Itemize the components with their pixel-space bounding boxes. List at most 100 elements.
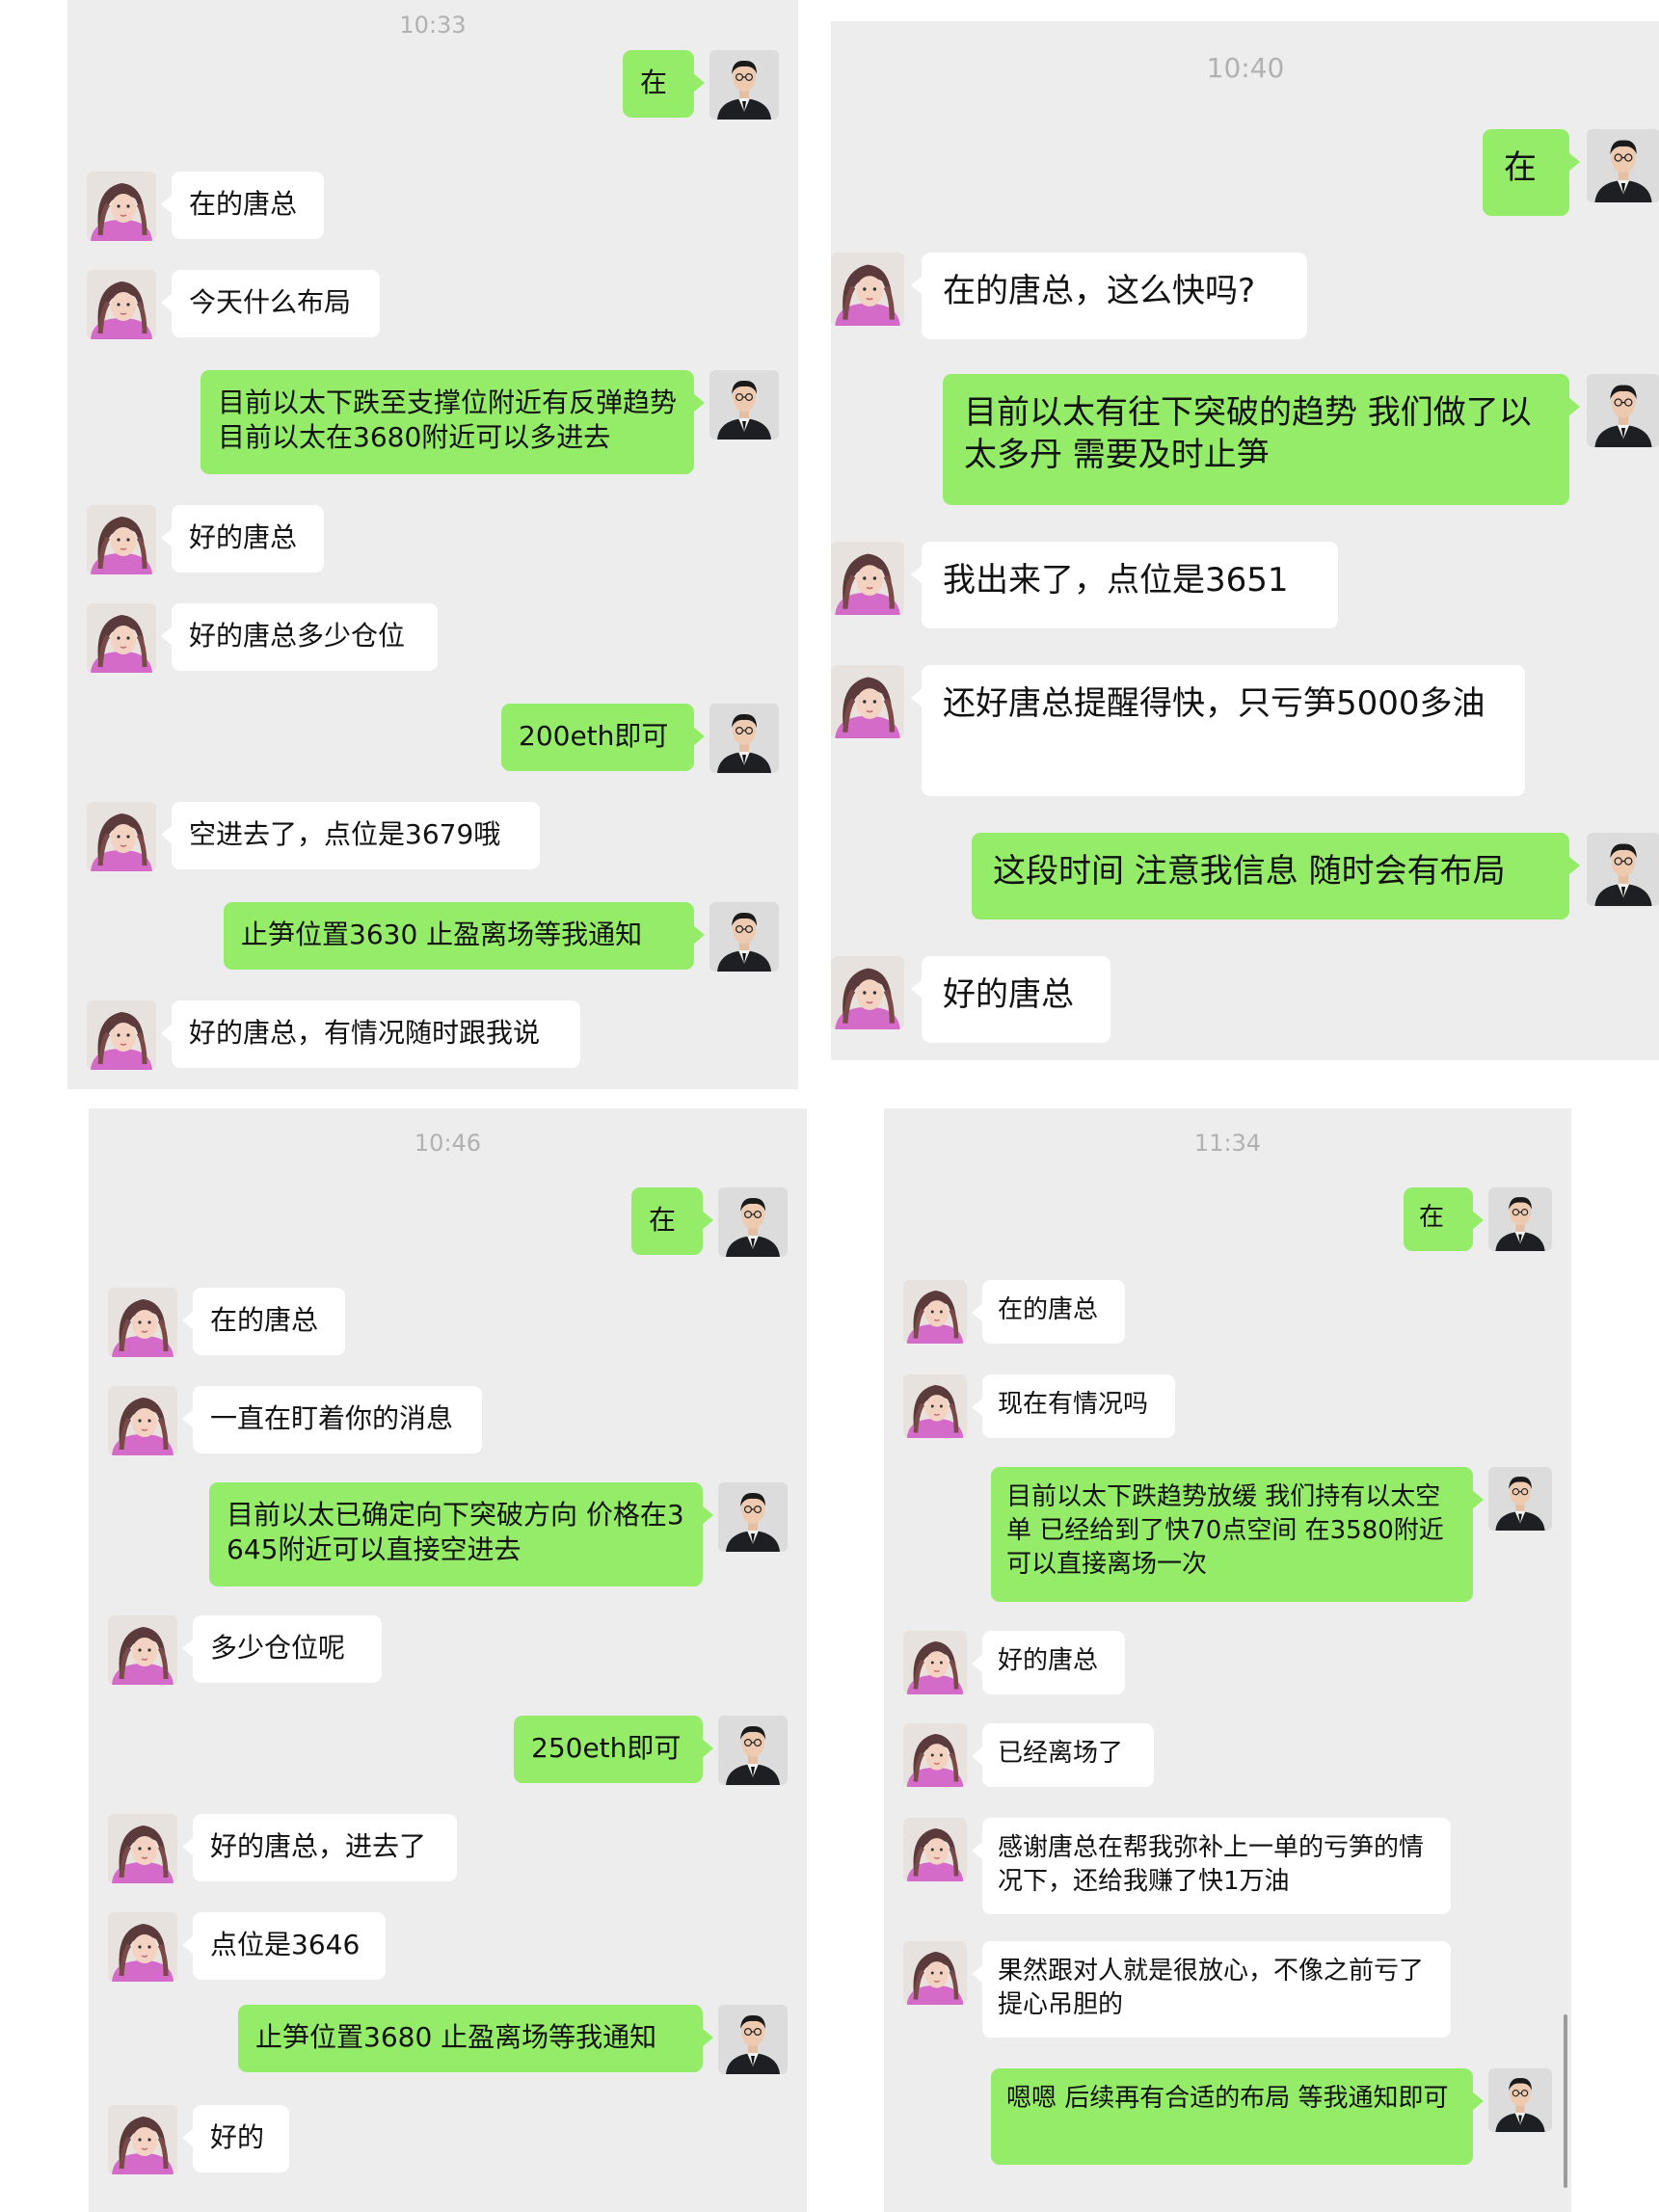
contact-avatar[interactable] <box>87 172 156 241</box>
outgoing-message-bubble[interactable]: 在 <box>1483 129 1569 216</box>
woman-avatar <box>108 1386 177 1455</box>
contact-avatar[interactable] <box>87 603 156 673</box>
sender-avatar[interactable] <box>709 50 779 120</box>
outgoing-message-bubble[interactable]: 200eth即可 <box>501 704 694 771</box>
woman-avatar <box>831 542 904 615</box>
incoming-message-bubble[interactable]: 多少仓位呢 <box>193 1615 382 1683</box>
man-in-suit-avatar <box>709 50 779 120</box>
woman-avatar <box>87 603 156 673</box>
contact-avatar[interactable] <box>108 1386 177 1455</box>
outgoing-message-bubble[interactable]: 止笋位置3680 止盈离场等我通知 <box>238 2005 703 2072</box>
contact-avatar[interactable] <box>87 802 156 871</box>
sender-avatar[interactable] <box>718 1716 788 1785</box>
man-in-suit-avatar <box>1488 2068 1552 2132</box>
incoming-message-bubble[interactable]: 好的唐总 <box>172 505 324 573</box>
outgoing-message-bubble[interactable]: 这段时间 注意我信息 随时会有布局 <box>972 833 1569 919</box>
man-in-suit-avatar <box>1587 374 1659 447</box>
outgoing-message-bubble[interactable]: 止笋位置3630 止盈离场等我通知 <box>224 902 694 970</box>
sender-avatar[interactable] <box>709 370 779 440</box>
incoming-message-bubble[interactable]: 已经离场了 <box>982 1723 1154 1787</box>
incoming-message-bubble[interactable]: 一直在盯着你的消息 <box>193 1386 482 1453</box>
contact-avatar[interactable] <box>903 1280 967 1344</box>
scrollbar[interactable] <box>1564 2014 1567 2188</box>
sender-avatar[interactable] <box>1488 1467 1552 1531</box>
outgoing-message-bubble[interactable]: 目前以太已确定向下突破方向 价格在3645附近可以直接空进去 <box>209 1482 703 1586</box>
incoming-message-bubble[interactable]: 还好唐总提醒得快，只亏笋5000多油 <box>922 665 1525 796</box>
woman-avatar <box>87 172 156 241</box>
woman-avatar <box>108 1288 177 1357</box>
sender-avatar[interactable] <box>1488 2068 1552 2132</box>
man-in-suit-avatar <box>718 1716 788 1785</box>
sender-avatar[interactable] <box>718 2005 788 2074</box>
sender-avatar[interactable] <box>1488 1187 1552 1251</box>
incoming-message-bubble[interactable]: 点位是3646 <box>193 1912 386 1980</box>
chat-panel-1: 10:33 在在的唐总 今天什么布局 目前以太下跌至支撑位附近有反弹趋势 目前以太在3… <box>67 0 798 1089</box>
contact-avatar[interactable] <box>903 1723 967 1787</box>
woman-avatar <box>108 1814 177 1883</box>
chat-timestamp: 10:40 <box>1206 52 1285 84</box>
chat-timestamp: 11:34 <box>1193 1130 1262 1157</box>
incoming-message-bubble[interactable]: 好的唐总，进去了 <box>193 1814 457 1881</box>
contact-avatar[interactable] <box>108 1912 177 1982</box>
man-in-suit-avatar <box>718 2005 788 2074</box>
contact-avatar[interactable] <box>108 1615 177 1685</box>
contact-avatar[interactable] <box>831 542 904 615</box>
sender-avatar[interactable] <box>718 1482 788 1552</box>
outgoing-message-bubble[interactable]: 目前以太有往下突破的趋势 我们做了以太多丹 需要及时止笋 <box>943 374 1569 505</box>
woman-avatar <box>903 1280 967 1344</box>
bubble-tail <box>702 1739 713 1758</box>
incoming-message-bubble[interactable]: 今天什么布局 <box>172 270 380 337</box>
outgoing-message-bubble[interactable]: 嗯嗯 后续再有合适的布局 等我通知即可 <box>991 2068 1473 2165</box>
woman-avatar <box>831 253 904 326</box>
contact-avatar[interactable] <box>903 1374 967 1438</box>
outgoing-message-bubble[interactable]: 在 <box>631 1187 703 1255</box>
incoming-message-bubble[interactable]: 空进去了，点位是3679哦 <box>172 802 540 869</box>
incoming-message-bubble[interactable]: 果然跟对人就是很放心，不像之前亏了提心吊胆的 <box>982 1941 1451 2038</box>
incoming-message-bubble[interactable]: 好的唐总 <box>982 1631 1125 1694</box>
outgoing-message-bubble[interactable]: 目前以太下跌趋势放缓 我们持有以太空单 已经给到了快70点空间 在3580附近可… <box>991 1467 1473 1602</box>
sender-avatar[interactable] <box>1587 374 1659 447</box>
bubble-tail <box>693 73 705 93</box>
incoming-message-bubble[interactable]: 好的唐总 <box>922 956 1110 1043</box>
outgoing-message-bubble[interactable]: 在 <box>1404 1187 1473 1251</box>
incoming-message-bubble[interactable]: 好的唐总多少仓位 <box>172 603 438 671</box>
sender-avatar[interactable] <box>1587 129 1659 202</box>
contact-avatar[interactable] <box>108 1288 177 1357</box>
incoming-message-bubble[interactable]: 我出来了，点位是3651 <box>922 542 1338 628</box>
contact-avatar[interactable] <box>87 270 156 339</box>
contact-avatar[interactable] <box>87 505 156 574</box>
incoming-message-bubble[interactable]: 好的唐总，有情况随时跟我说 <box>172 1000 580 1068</box>
woman-avatar <box>831 956 904 1029</box>
woman-avatar <box>903 1374 967 1438</box>
bubble-tail <box>1568 397 1580 416</box>
contact-avatar[interactable] <box>108 1814 177 1883</box>
bubble-tail <box>693 393 705 413</box>
outgoing-message-bubble[interactable]: 250eth即可 <box>514 1716 703 1783</box>
contact-avatar[interactable] <box>831 253 904 326</box>
incoming-message-bubble[interactable]: 在的唐总，这么快吗? <box>922 253 1307 339</box>
contact-avatar[interactable] <box>903 1818 967 1881</box>
man-in-suit-avatar <box>1587 833 1659 906</box>
incoming-message-bubble[interactable]: 在的唐总 <box>172 172 324 239</box>
contact-avatar[interactable] <box>108 2105 177 2174</box>
incoming-message-bubble[interactable]: 在的唐总 <box>982 1280 1125 1344</box>
incoming-message-bubble[interactable]: 现在有情况吗 <box>982 1374 1175 1438</box>
woman-avatar <box>87 802 156 871</box>
chat-panel-4: 11:34 在在的唐总现在有情况吗目前以太下跌趋势放缓 我们持有以太空单 已经给到… <box>884 1108 1571 2212</box>
sender-avatar[interactable] <box>718 1187 788 1257</box>
outgoing-message-bubble[interactable]: 目前以太下跌至支撑位附近有反弹趋势 目前以太在3680附近可以多进去 <box>201 370 694 474</box>
contact-avatar[interactable] <box>903 1631 967 1694</box>
contact-avatar[interactable] <box>831 956 904 1029</box>
incoming-message-bubble[interactable]: 好的 <box>193 2105 289 2172</box>
bubble-tail <box>1472 1211 1484 1230</box>
incoming-message-bubble[interactable]: 在的唐总 <box>193 1288 345 1355</box>
contact-avatar[interactable] <box>87 1000 156 1070</box>
contact-avatar[interactable] <box>831 665 904 738</box>
incoming-message-bubble[interactable]: 感谢唐总在帮我弥补上一单的亏笋的情况下，还给我赚了快1万油 <box>982 1818 1451 1914</box>
contact-avatar[interactable] <box>903 1941 967 2005</box>
woman-avatar <box>108 1912 177 1982</box>
sender-avatar[interactable] <box>709 704 779 773</box>
outgoing-message-bubble[interactable]: 在 <box>623 50 694 118</box>
sender-avatar[interactable] <box>1587 833 1659 906</box>
sender-avatar[interactable] <box>709 902 779 972</box>
